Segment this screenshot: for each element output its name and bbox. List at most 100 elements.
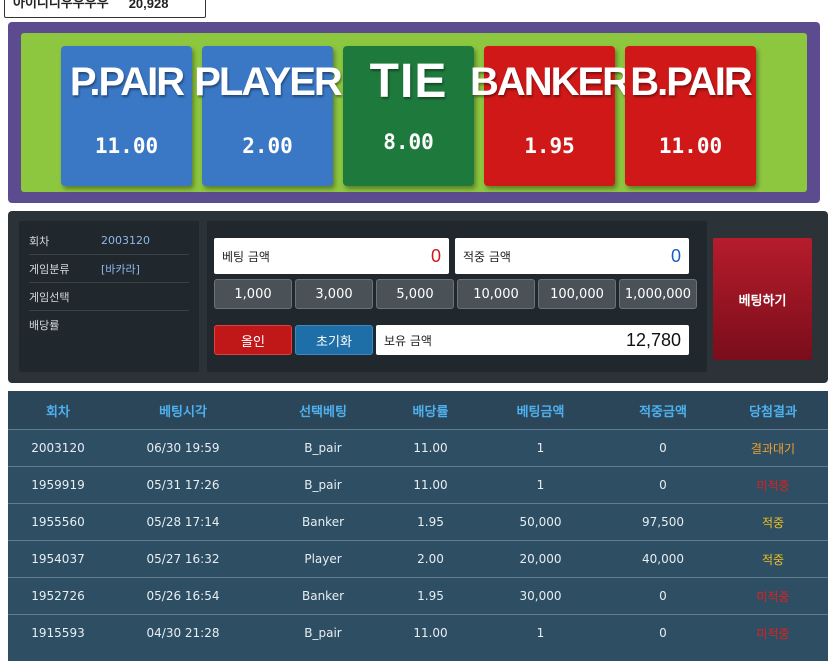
all-in-button[interactable]: 올인: [214, 325, 292, 355]
user-balance-box: 아이디디우우우우 20,928: [4, 0, 206, 18]
odds-card-player[interactable]: PLAYER 2.00: [194, 46, 343, 186]
table-row[interactable]: 1954037 05/27 16:32 Player 2.00 20,000 4…: [8, 540, 828, 577]
amount-button-1000[interactable]: 1,000: [214, 279, 292, 309]
cell-round: 1915593: [31, 626, 85, 640]
odds-board: P.PAIR 11.00 PLAYER 2.00 TIE 8.00 BANKER…: [21, 33, 807, 192]
cell-win-amount: 97,500: [642, 515, 684, 529]
odds-card-value: 2.00: [242, 134, 293, 158]
cell-bet-amount: 1: [536, 478, 545, 492]
bet-controls: 베팅 금액 0 적중 금액 0 1,000 3,000 5,000 10,000…: [207, 221, 707, 372]
odds-card-name: BANKER: [469, 60, 631, 104]
cell-round: 1954037: [31, 552, 85, 566]
odds-card-tie[interactable]: TIE 8.00: [343, 46, 474, 186]
cell-bet-time: 05/28 17:14: [146, 515, 220, 529]
win-amount-label: 적중 금액: [463, 249, 511, 264]
cell-odds: 11.00: [413, 441, 448, 455]
table-header: 회차 베팅시각 선택베팅 배당률 베팅금액 적중금액 당첨결과: [8, 391, 828, 429]
cell-bet-time: 05/27 16:32: [146, 552, 220, 566]
cell-win-amount: 0: [659, 441, 667, 455]
user-balance-value: 20,928: [128, 0, 169, 11]
cell-selection: B_pair: [304, 478, 342, 492]
column-header-result: 당첨결과: [749, 404, 797, 420]
cell-round: 2003120: [31, 441, 85, 455]
odds-card-p-pair[interactable]: P.PAIR 11.00: [61, 46, 192, 186]
cell-selection: Banker: [301, 589, 345, 603]
odds-card-value: 8.00: [383, 130, 434, 154]
amount-button-100000[interactable]: 100,000: [538, 279, 616, 309]
table-row[interactable]: 1959919 05/31 17:26 B_pair 11.00 1 0 미적중: [8, 466, 828, 503]
balance-value: 12,780: [625, 329, 681, 350]
cell-round: 1955560: [31, 515, 85, 529]
cell-selection: B_pair: [304, 441, 342, 455]
info-label: 배당률: [29, 318, 60, 332]
info-row-round: 회차 2003120: [29, 227, 189, 255]
user-balance-label: 아이디디우우우우: [13, 0, 109, 10]
cell-odds: 11.00: [413, 478, 448, 492]
cell-bet-amount: 1: [536, 441, 545, 455]
info-row-game-type: 게임분류 [바카라]: [29, 255, 189, 283]
cell-bet-time: 06/30 19:59: [146, 441, 220, 455]
cell-bet-amount: 30,000: [519, 589, 562, 603]
cell-selection: B_pair: [304, 626, 342, 640]
reset-button[interactable]: 초기화: [295, 325, 373, 355]
odds-card-banker[interactable]: BANKER 1.95: [470, 46, 631, 186]
info-value: [바카라]: [101, 262, 140, 276]
column-header-round: 회차: [46, 404, 70, 420]
info-label: 게임분류: [29, 262, 70, 276]
amount-button-10000[interactable]: 10,000: [457, 279, 535, 309]
amount-button-3000[interactable]: 3,000: [295, 279, 373, 309]
table-row[interactable]: 1915593 04/30 21:28 B_pair 11.00 1 0 미적중: [8, 614, 828, 651]
bet-amount-field[interactable]: 베팅 금액 0: [214, 238, 449, 274]
odds-panel: P.PAIR 11.00 PLAYER 2.00 TIE 8.00 BANKER…: [8, 22, 820, 203]
cell-selection: Banker: [301, 515, 345, 529]
cell-bet-time: 05/31 17:26: [146, 478, 220, 492]
bet-history-table: 회차 베팅시각 선택베팅 배당률 베팅금액 적중금액 당첨결과 2003120 …: [8, 391, 828, 661]
cell-result: 적중: [761, 552, 785, 567]
betting-panel: 회차 2003120 게임분류 [바카라] 게임선택 배당률 베팅 금액 0 적…: [8, 211, 828, 383]
column-header-odds: 배당률: [412, 404, 449, 420]
odds-card-value: 11.00: [658, 134, 723, 158]
cell-win-amount: 0: [659, 478, 667, 492]
table-row[interactable]: 1952726 05/26 16:54 Banker 1.95 30,000 0…: [8, 577, 828, 614]
balance-label: 보유 금액: [384, 333, 432, 348]
info-label: 게임선택: [29, 290, 70, 304]
bet-amount-value: 0: [430, 245, 441, 266]
info-row-game-select: 게임선택: [29, 283, 189, 311]
odds-card-name: B.PAIR: [630, 60, 753, 104]
cell-bet-amount: 1: [536, 626, 545, 640]
cell-bet-time: 05/26 16:54: [146, 589, 220, 603]
place-bet-button[interactable]: 베팅하기: [713, 238, 812, 360]
odds-card-b-pair[interactable]: B.PAIR 11.00: [625, 46, 756, 186]
cell-odds: 2.00: [417, 552, 444, 566]
cell-odds: 1.95: [417, 515, 444, 529]
cell-result: 미적중: [756, 478, 790, 493]
odds-card-name: PLAYER: [194, 60, 343, 104]
bet-amount-label: 베팅 금액: [222, 249, 270, 264]
amount-button-5000[interactable]: 5,000: [376, 279, 454, 309]
cell-result: 미적중: [756, 589, 790, 604]
win-amount-field: 적중 금액 0: [455, 238, 689, 274]
cell-win-amount: 0: [659, 589, 667, 603]
amount-button-1000000[interactable]: 1,000,000: [619, 279, 697, 309]
cell-bet-amount: 50,000: [519, 515, 562, 529]
cell-win-amount: 0: [659, 626, 667, 640]
game-info-box: 회차 2003120 게임분류 [바카라] 게임선택 배당률: [19, 221, 199, 372]
info-row-odds: 배당률: [29, 311, 189, 338]
odds-card-name: TIE: [369, 55, 448, 108]
cell-result: 적중: [761, 515, 785, 530]
cell-selection: Player: [304, 552, 342, 566]
odds-card-value: 11.00: [94, 134, 159, 158]
balance-field: 보유 금액 12,780: [376, 325, 689, 355]
column-header-bet-amount: 베팅금액: [516, 404, 565, 420]
cell-odds: 1.95: [417, 589, 444, 603]
cell-round: 1959919: [31, 478, 85, 492]
info-value: 2003120: [101, 234, 150, 247]
info-label: 회차: [29, 234, 50, 248]
table-row[interactable]: 2003120 06/30 19:59 B_pair 11.00 1 0 결과대…: [8, 429, 828, 466]
column-header-selection: 선택베팅: [299, 404, 347, 420]
cell-result: 결과대기: [750, 441, 796, 456]
table-row[interactable]: 1955560 05/28 17:14 Banker 1.95 50,000 9…: [8, 503, 828, 540]
odds-card-name: P.PAIR: [69, 60, 185, 104]
column-header-win-amount: 적중금액: [639, 404, 687, 420]
odds-card-value: 1.95: [524, 134, 575, 158]
